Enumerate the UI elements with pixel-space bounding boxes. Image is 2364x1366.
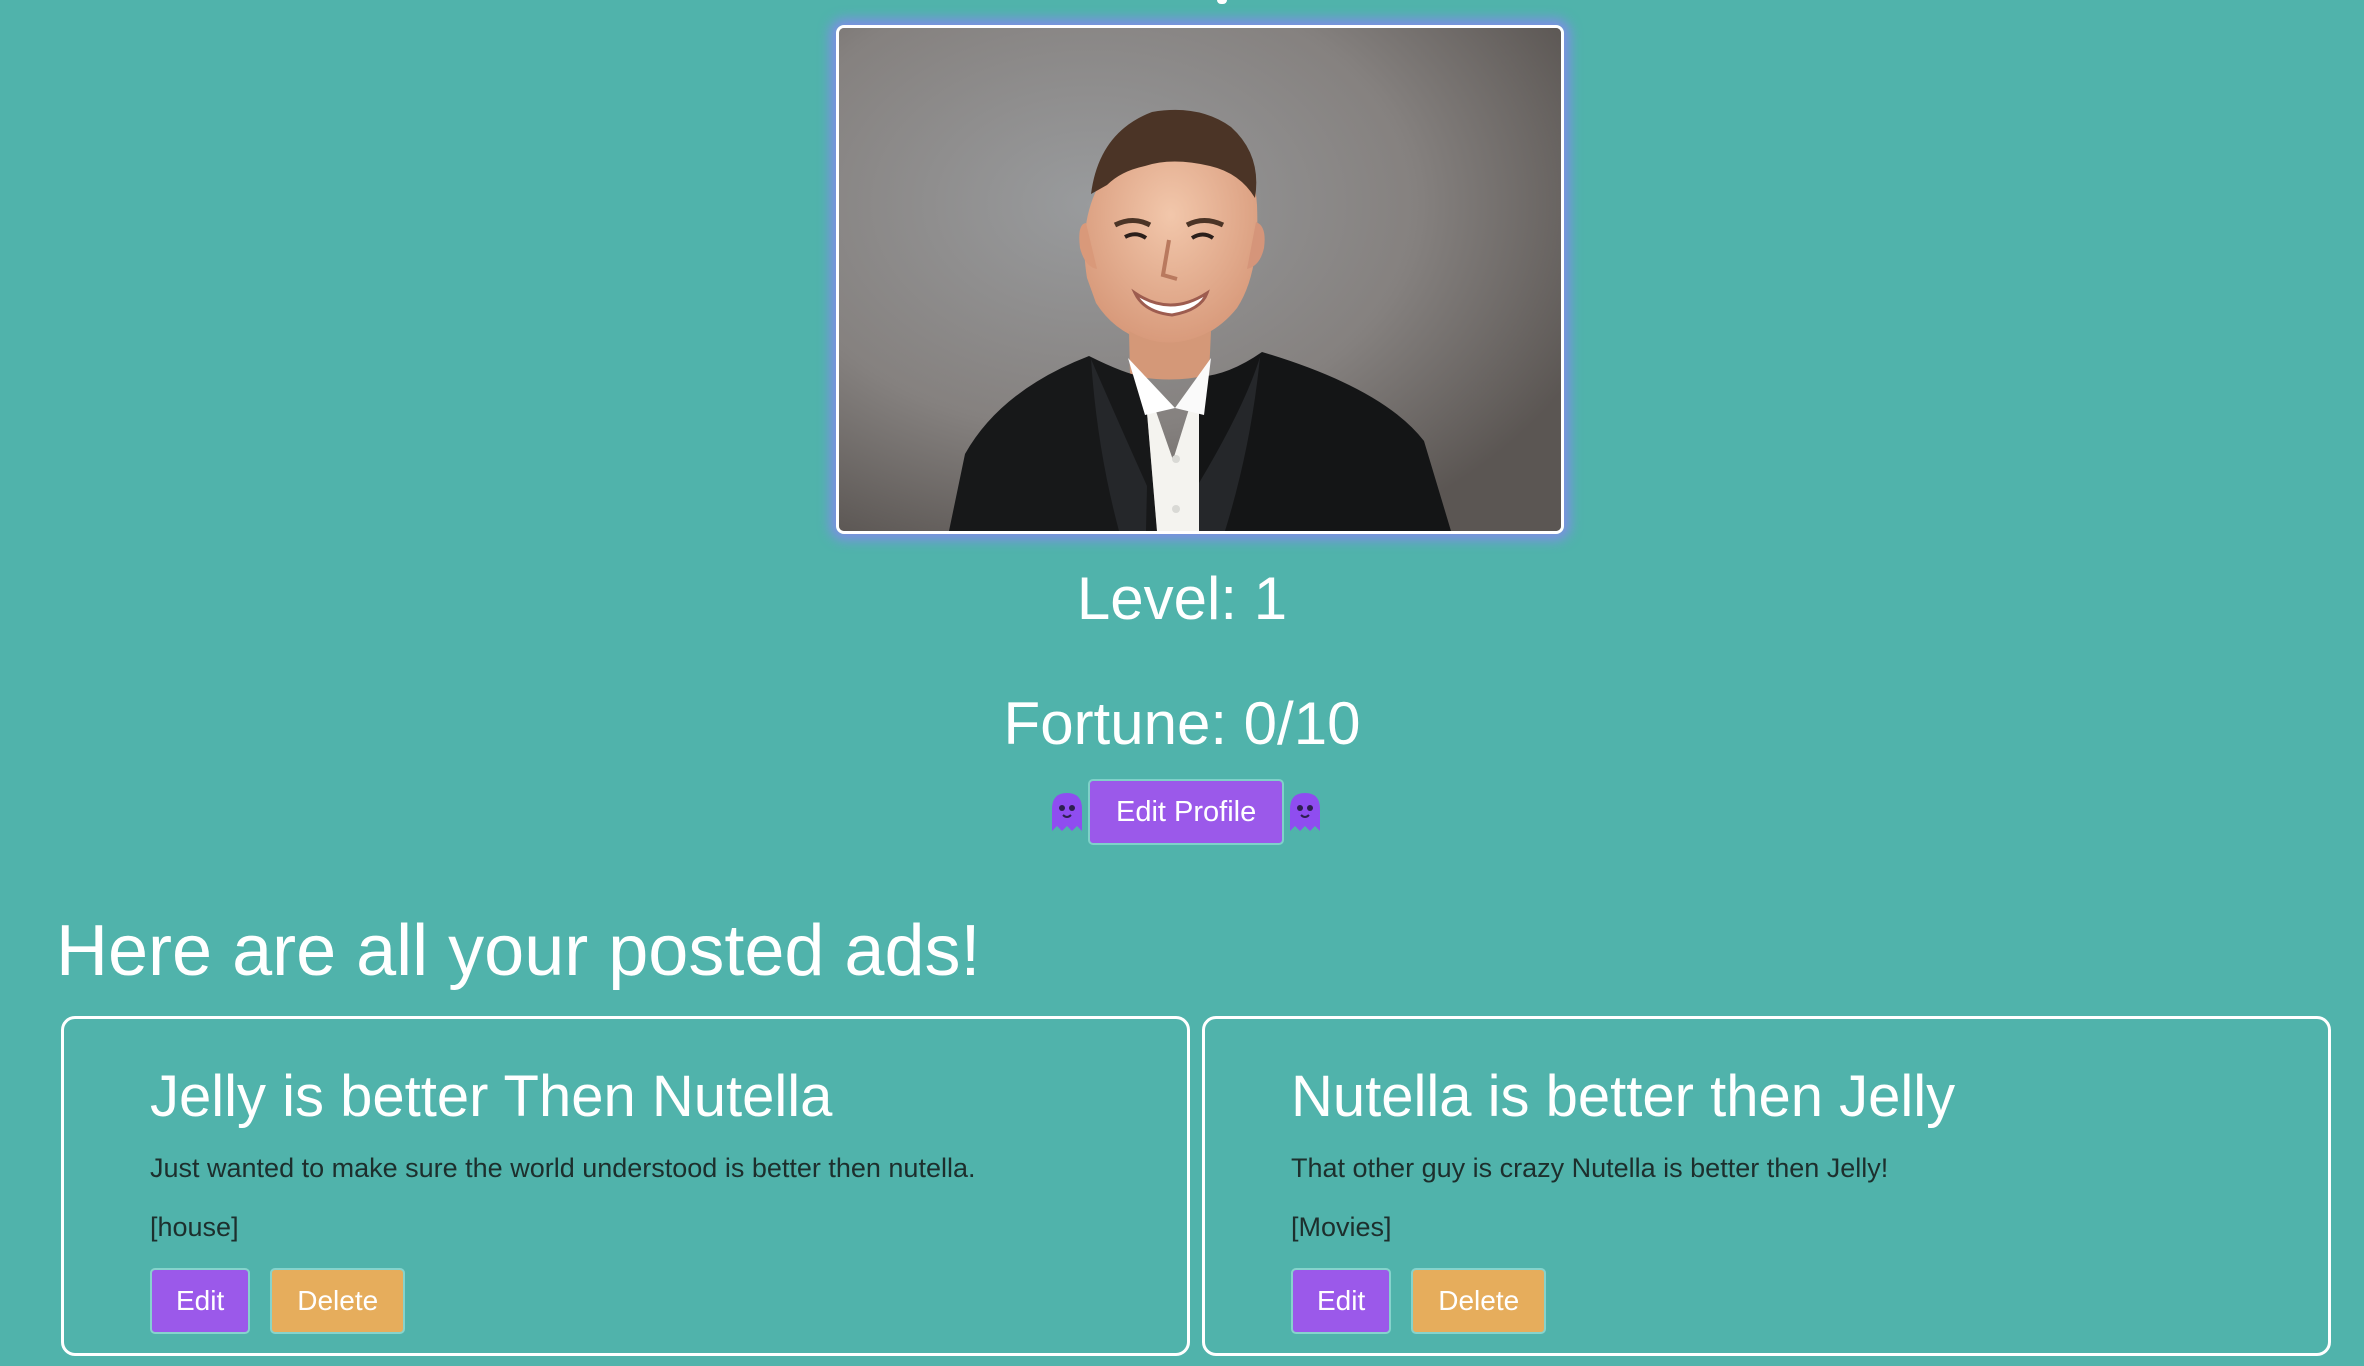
edit-ad-button[interactable]: Edit — [150, 1268, 251, 1334]
ad-category: [house] — [150, 1212, 239, 1242]
profile-photo — [836, 25, 1564, 534]
ghost-icon — [1052, 793, 1082, 831]
ad-card: Nutella is better then Jelly That other … — [1202, 1016, 2331, 1356]
ad-actions: Edit Delete — [150, 1268, 1187, 1334]
ad-description: That other guy is crazy Nutella is bette… — [1291, 1153, 1889, 1183]
delete-ad-button[interactable]: Delete — [270, 1268, 406, 1334]
ad-card: Jelly is better Then Nutella Just wanted… — [61, 1016, 1190, 1356]
ad-title: Nutella is better then Jelly — [1291, 1064, 1956, 1129]
delete-ad-button[interactable]: Delete — [1411, 1268, 1547, 1334]
level-display: Level: 1 — [1076, 565, 1288, 632]
posted-ads-list: Jelly is better Then Nutella Just wanted… — [61, 1016, 2331, 1356]
top-cutoff-text-fragment — [1217, 0, 1227, 4]
ad-description: Just wanted to make sure the world under… — [150, 1153, 976, 1183]
profile-photo-image — [839, 28, 1561, 531]
ad-actions: Edit Delete — [1291, 1268, 2328, 1334]
fortune-display: Fortune: 0/10 — [1003, 690, 1361, 757]
edit-profile-row: Edit Profile — [1048, 778, 1324, 846]
ghost-icon — [1290, 793, 1321, 831]
ad-title: Jelly is better Then Nutella — [150, 1064, 833, 1129]
ad-category: [Movies] — [1291, 1212, 1392, 1242]
edit-profile-button[interactable]: Edit Profile — [1088, 779, 1285, 845]
edit-ad-button[interactable]: Edit — [1291, 1268, 1392, 1334]
posted-ads-heading: Here are all your posted ads! — [56, 911, 981, 991]
